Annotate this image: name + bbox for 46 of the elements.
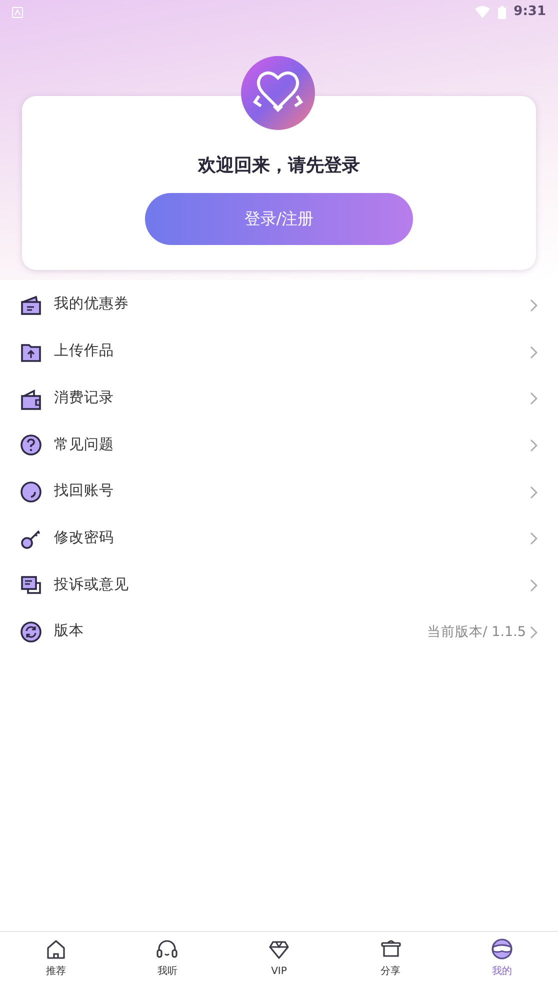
- chevron-right-icon: [530, 346, 538, 359]
- chevron-right-icon: [530, 578, 538, 592]
- menu-label: 消费记录: [54, 388, 114, 408]
- headphones-icon: [156, 938, 178, 960]
- menu-item[interactable]: 版本 当前版本/ 1.1.5: [0, 608, 558, 656]
- clock-time: 9:31: [514, 3, 546, 22]
- menu-label: 版本: [54, 622, 84, 642]
- menu-label: 常见问题: [54, 436, 114, 455]
- chevron-right-icon: [530, 438, 538, 452]
- menu-item[interactable]: 修改密码: [0, 515, 558, 562]
- menu-label: 修改密码: [54, 528, 114, 548]
- wallet-icon: [20, 388, 42, 410]
- refresh-icon: [20, 621, 42, 644]
- tab[interactable]: VIP: [223, 932, 335, 996]
- menu-item[interactable]: 找回账号: [0, 468, 558, 516]
- menu-label: 我的优惠券: [54, 295, 129, 314]
- chat-icon: [20, 574, 42, 596]
- tab[interactable]: 我的: [446, 932, 558, 996]
- menu-item[interactable]: 投诉或意见: [0, 562, 558, 609]
- help-icon: [20, 434, 42, 456]
- chevron-right-icon: [530, 626, 538, 639]
- menu-item[interactable]: 消费记录: [0, 375, 558, 422]
- key-icon: [20, 528, 42, 550]
- diamond-icon: [268, 938, 290, 960]
- version-text: 当前版本/ 1.1.5: [426, 623, 526, 642]
- tab[interactable]: 分享: [334, 932, 446, 996]
- home-icon: [44, 938, 67, 960]
- notification-icon: [12, 6, 23, 18]
- pot-icon: [380, 938, 402, 960]
- ticket-icon: [20, 294, 42, 316]
- menu-item[interactable]: 常见问题: [0, 422, 558, 469]
- chevron-right-icon: [530, 486, 538, 499]
- chevron-right-icon: [530, 532, 538, 546]
- welcome-title: 欢迎回来，请先登录: [196, 154, 361, 178]
- menu-label: 找回账号: [54, 482, 114, 502]
- menu-item[interactable]: 我的优惠券: [0, 282, 558, 329]
- menu-label: 投诉或意见: [54, 576, 129, 595]
- chevron-right-icon: [530, 392, 538, 406]
- chevron-right-icon: [530, 298, 538, 312]
- circle-icon: [20, 481, 42, 504]
- tab[interactable]: 推荐: [0, 932, 112, 996]
- folder-upload-icon: [20, 341, 42, 364]
- wifi-icon: [474, 6, 490, 18]
- menu-label: 上传作品: [54, 342, 114, 362]
- tab[interactable]: 我听: [112, 932, 224, 996]
- menu-item[interactable]: 上传作品: [0, 328, 558, 376]
